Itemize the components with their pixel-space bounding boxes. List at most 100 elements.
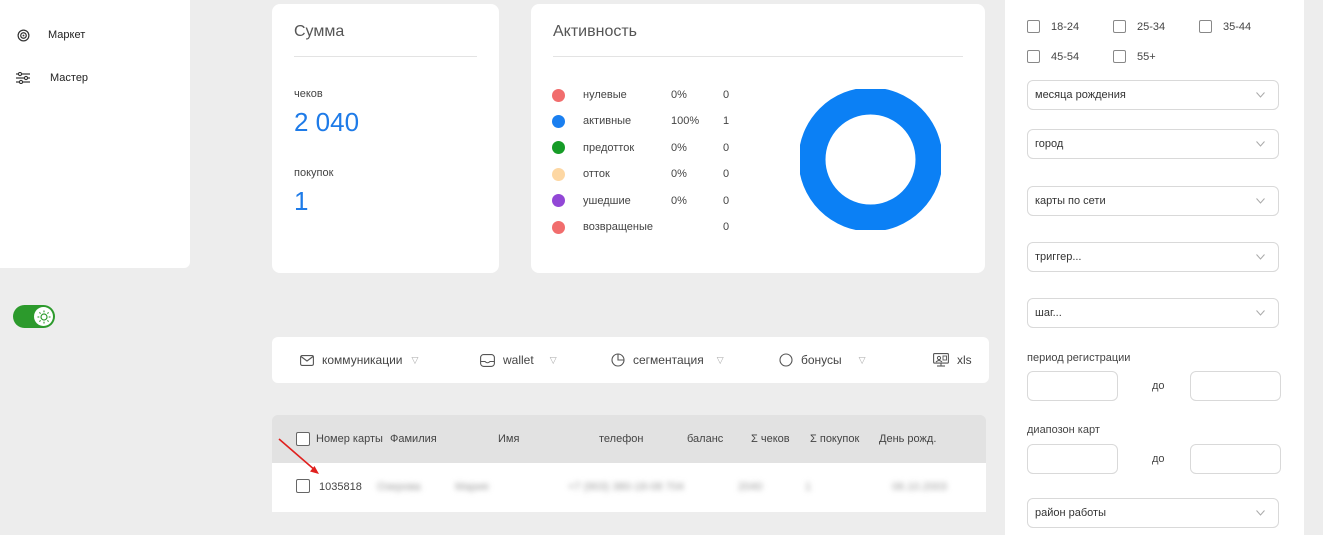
select-value: шаг... xyxy=(1035,307,1062,319)
chevron-down-icon: ▽ xyxy=(549,354,557,365)
chevron-down-icon: ▽ xyxy=(716,354,724,365)
card-range-to-input[interactable] xyxy=(1190,444,1281,474)
sidebar-item-label: Мастер xyxy=(50,72,89,84)
bonuses-label: бонусы xyxy=(801,353,842,367)
checkbox[interactable] xyxy=(1199,20,1212,33)
age-label: 45-54 xyxy=(1051,50,1080,63)
to-label: до xyxy=(1152,380,1165,392)
select-value: город xyxy=(1035,138,1064,150)
legend-percent: 0% xyxy=(671,194,687,207)
activity-title: Активность xyxy=(553,23,638,40)
segmentation-label: сегментация xyxy=(633,353,704,367)
age-label: 18-24 xyxy=(1051,20,1080,33)
legend-count: 0 xyxy=(723,141,730,154)
age-label: 55+ xyxy=(1137,50,1156,63)
legend-dot xyxy=(552,114,565,128)
checkbox[interactable] xyxy=(1027,50,1040,63)
registration-to-input[interactable] xyxy=(1190,371,1281,401)
legend-dot xyxy=(552,167,565,181)
chevron-down-icon: ▽ xyxy=(858,354,866,365)
chevron-down-icon xyxy=(1256,141,1265,147)
step-select[interactable]: шаг... xyxy=(1027,298,1279,328)
legend-item: возвращеные 0 xyxy=(552,219,729,235)
legend-percent: 100% xyxy=(671,115,700,128)
cell-birthday: 06.10.2003 xyxy=(892,481,948,493)
col-surname[interactable]: Фамилия xyxy=(390,415,437,463)
table-header: Номер карты Фамилия Имя телефон баланс Σ… xyxy=(272,415,986,463)
birth-month-select[interactable]: месяца рождения xyxy=(1027,80,1279,110)
row-checkbox[interactable] xyxy=(296,479,310,493)
cell-surname: Озерова xyxy=(377,481,421,493)
mail-icon xyxy=(300,354,314,366)
cell-balance: 2040 xyxy=(738,481,763,493)
city-select[interactable]: город xyxy=(1027,129,1279,159)
checkbox[interactable] xyxy=(1113,20,1126,33)
age-label: 25-34 xyxy=(1137,20,1166,33)
select-value: триггер... xyxy=(1035,251,1082,263)
age-filter-25-34[interactable]: 25-34 xyxy=(1113,20,1165,33)
purchases-value: 1 xyxy=(294,186,309,216)
legend-name: возвращеные xyxy=(583,221,653,233)
theme-toggle[interactable] xyxy=(13,305,55,328)
age-filter-18-24[interactable]: 18-24 xyxy=(1027,20,1079,33)
select-value: месяца рождения xyxy=(1035,89,1126,101)
legend-count: 1 xyxy=(723,115,730,128)
cell-phone: +7 (903) 380-18-08 704 xyxy=(568,481,684,493)
chevron-down-icon xyxy=(1256,510,1265,516)
export-icon xyxy=(933,353,949,367)
wallet-label: wallet xyxy=(503,353,534,367)
table-row[interactable]: 1035818 Озерова Мария +7 (903) 380-18-08… xyxy=(272,463,986,512)
action-toolbar: коммуникации ▽ wallet ▽ сегментация ▽ бо… xyxy=(272,337,989,383)
legend-name: отток xyxy=(583,168,610,181)
checks-label: чеков xyxy=(294,88,323,100)
col-purchases[interactable]: Σ покупок xyxy=(810,415,859,463)
xls-export-button[interactable]: xls xyxy=(933,337,972,383)
communications-dropdown[interactable]: коммуникации ▽ xyxy=(300,337,418,383)
donut-chart xyxy=(798,87,943,235)
cell-name: Мария xyxy=(455,481,489,493)
work-area-select[interactable]: район работы xyxy=(1027,498,1279,528)
legend-percent: 0% xyxy=(671,89,687,101)
legend-percent: 0% xyxy=(671,141,687,154)
checkbox[interactable] xyxy=(1027,20,1040,33)
legend-name: предотток xyxy=(583,141,635,154)
summary-title: Сумма xyxy=(294,23,345,40)
trigger-select[interactable]: триггер... xyxy=(1027,242,1279,272)
circle-icon xyxy=(779,353,793,367)
wallet-dropdown[interactable]: wallet ▽ xyxy=(480,337,557,383)
col-name[interactable]: Имя xyxy=(498,415,519,463)
legend-dot xyxy=(552,194,565,208)
col-balance[interactable]: баланс xyxy=(687,415,723,463)
chevron-down-icon xyxy=(1256,92,1265,98)
sliders-icon xyxy=(16,71,30,85)
col-checks[interactable]: Σ чеков xyxy=(751,415,790,463)
cell-checks: 1 xyxy=(805,481,812,493)
card-range-from-input[interactable] xyxy=(1027,444,1118,474)
bonuses-dropdown[interactable]: бонусы ▽ xyxy=(779,337,866,383)
registration-period-label: период регистрации xyxy=(1027,352,1131,364)
network-cards-select[interactable]: карты по сети xyxy=(1027,186,1279,216)
wallet-icon xyxy=(480,353,495,367)
donut-slice-active xyxy=(798,87,943,232)
age-filter-45-54[interactable]: 45-54 xyxy=(1027,50,1079,63)
legend-name: нулевые xyxy=(583,89,627,101)
annotation-arrow xyxy=(278,438,319,474)
legend-count: 0 xyxy=(723,89,730,101)
age-filter-55-plus[interactable]: 55+ xyxy=(1113,50,1156,63)
registration-from-input[interactable] xyxy=(1027,371,1118,401)
checkbox[interactable] xyxy=(1113,50,1126,63)
select-value: карты по сети xyxy=(1035,195,1106,207)
legend-item: нулевые 0% 0 xyxy=(552,87,729,103)
xls-label: xls xyxy=(957,353,972,367)
col-phone[interactable]: телефон xyxy=(599,415,643,463)
select-value: район работы xyxy=(1035,507,1106,519)
segmentation-dropdown[interactable]: сегментация ▽ xyxy=(611,337,724,383)
sidebar-item-master[interactable]: Мастер xyxy=(16,71,88,85)
col-birthday[interactable]: День рожд. xyxy=(879,415,936,463)
age-filter-35-44[interactable]: 35-44 xyxy=(1199,20,1251,33)
legend-count: 0 xyxy=(723,221,730,233)
pie-chart-icon xyxy=(611,353,625,367)
target-icon xyxy=(16,28,30,42)
col-card-number[interactable]: Номер карты xyxy=(316,415,383,463)
sidebar-item-market[interactable]: Маркет xyxy=(16,28,85,42)
